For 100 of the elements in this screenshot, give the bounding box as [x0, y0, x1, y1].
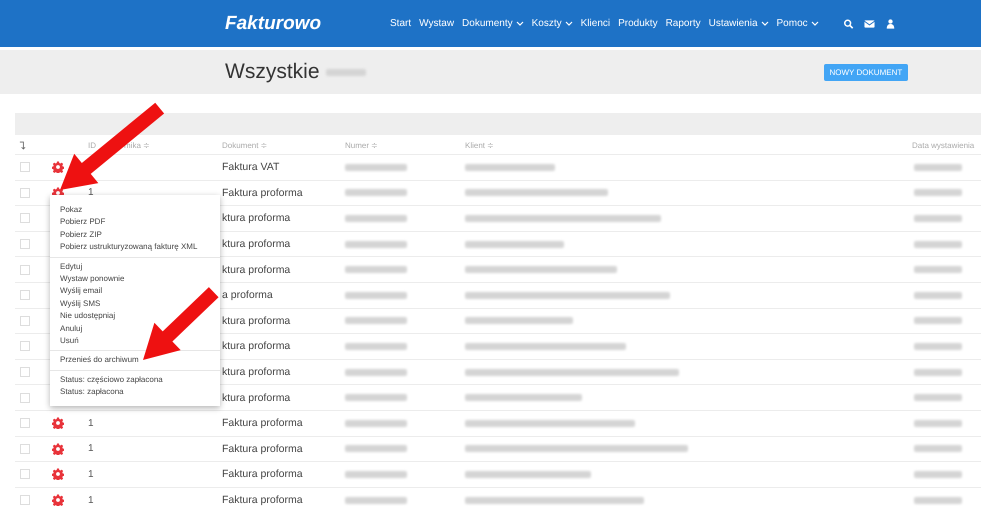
blurred-text: [914, 420, 962, 427]
menu-item[interactable]: Edytuj: [60, 260, 82, 274]
blurred-text: [914, 470, 962, 478]
blurred-text: [914, 342, 962, 350]
blurred-text: [345, 164, 407, 171]
table-cell: 1: [88, 468, 94, 480]
table-cell: a proforma: [222, 289, 273, 302]
menu-item[interactable]: Przenieś do archiwum: [60, 354, 139, 367]
menu-item[interactable]: Pobierz ZIP: [60, 228, 102, 242]
table-cell: ktura proforma: [222, 264, 290, 276]
table-cell: Faktura proforma: [222, 494, 303, 506]
caret-icon: [516, 21, 524, 26]
table-cell: Faktura proforma: [222, 468, 303, 480]
new-document-button[interactable]: NOWY DOKUMENT: [824, 64, 908, 80]
row-checkbox[interactable]: [20, 290, 30, 300]
nav-link[interactable]: Raporty: [666, 18, 701, 29]
table-cell: ktura proforma: [222, 340, 290, 352]
blurred-text: [914, 496, 962, 504]
row-checkbox[interactable]: [20, 239, 30, 250]
caret-icon: [810, 21, 819, 26]
nav-link[interactable]: Ustawienia: [708, 18, 769, 29]
menu-item[interactable]: Status: częściowo zapłacona: [60, 374, 163, 386]
blurred-count: [326, 68, 366, 76]
blurred-text: [914, 189, 962, 196]
row-checkbox[interactable]: [20, 188, 30, 198]
user-icon[interactable]: [884, 18, 896, 28]
row-checkbox[interactable]: [20, 444, 30, 454]
blurred-text: [914, 292, 962, 299]
blurred-text: [345, 394, 407, 402]
row-checkbox[interactable]: [20, 316, 30, 326]
table-cell: 1: [88, 187, 94, 198]
blurred-text: [914, 445, 962, 452]
gear-icon[interactable]: [52, 417, 64, 430]
blurred-text: [345, 470, 407, 478]
blurred-text: [345, 292, 407, 299]
nav-link[interactable]: Wystaw: [419, 18, 454, 29]
nav-link[interactable]: Start: [390, 18, 412, 29]
menu-item[interactable]: Pobierz PDF: [60, 216, 106, 229]
blurred-text: [914, 240, 962, 248]
row-checkbox[interactable]: [20, 367, 30, 378]
blurred-text: [345, 420, 407, 427]
blurred-text: [914, 317, 962, 324]
menu-item[interactable]: Anuluj: [60, 322, 82, 336]
table-cell: 1: [88, 443, 94, 454]
nav-link[interactable]: Koszty: [532, 18, 573, 29]
search-icon[interactable]: [842, 18, 854, 28]
menu-item[interactable]: Status: zapłacona: [60, 386, 124, 399]
table-cell: Faktura proforma: [222, 186, 303, 199]
caret-icon: [760, 21, 769, 26]
menu-item[interactable]: Wyślij SMS: [60, 298, 100, 310]
nav-link[interactable]: Dokumenty: [462, 18, 524, 29]
gear-icon[interactable]: [52, 442, 64, 455]
menu-item[interactable]: Pobierz ustrukturyzowaną fakturę XML: [60, 241, 198, 254]
row-checkbox[interactable]: [20, 392, 30, 403]
row-checkbox[interactable]: [20, 418, 30, 428]
menu-item[interactable]: Pokaz: [60, 204, 82, 216]
table-cell: ktura proforma: [222, 366, 290, 378]
gear-icon[interactable]: [52, 468, 64, 480]
table-cell: Faktura proforma: [222, 442, 303, 455]
caret-icon: [564, 21, 573, 26]
nav-link[interactable]: Klienci: [580, 18, 610, 29]
row-checkbox[interactable]: [20, 495, 30, 506]
table-cell: 1: [88, 494, 94, 506]
blurred-text: [345, 445, 407, 452]
menu-item[interactable]: Wyślij email: [60, 285, 102, 298]
row-checkbox[interactable]: [20, 341, 30, 352]
gear-icon[interactable]: [52, 494, 64, 506]
table-cell: ktura proforma: [222, 238, 290, 250]
blurred-text: [345, 368, 407, 376]
row-checkbox[interactable]: [20, 264, 30, 275]
blurred-text: [345, 342, 407, 350]
blurred-text: [345, 214, 407, 222]
blurred-text: [345, 189, 407, 196]
blurred-text: [914, 266, 962, 274]
menu-item[interactable]: Wystaw ponownie: [60, 273, 124, 286]
sort-arrow-icon[interactable]: [19, 141, 26, 150]
blurred-text: [345, 240, 407, 248]
envelope-icon[interactable]: [864, 18, 875, 28]
blurred-text: [914, 214, 962, 222]
table-cell: ktura proforma: [222, 212, 290, 224]
blurred-text: [345, 317, 407, 324]
blurred-text: [914, 368, 962, 376]
row-checkbox[interactable]: [20, 162, 30, 172]
blurred-text: [914, 164, 962, 171]
blurred-text: [345, 266, 407, 274]
blurred-text: [914, 394, 962, 402]
logo[interactable]: Fakturowo: [225, 12, 390, 34]
blurred-text: [345, 496, 407, 504]
row-checkbox[interactable]: [20, 469, 30, 480]
menu-item[interactable]: Usuń: [60, 335, 79, 348]
table-cell: ktura proforma: [222, 314, 290, 327]
nav-link[interactable]: Pomoc: [776, 18, 819, 29]
gear-icon[interactable]: [52, 161, 64, 174]
table-cell: 1: [88, 418, 94, 429]
menu-item[interactable]: Nie udostępniaj: [60, 310, 116, 323]
table-cell: Faktura proforma: [222, 417, 303, 430]
table-cell: ktura proforma: [222, 392, 290, 404]
page-title: Wszystkie: [225, 60, 320, 84]
nav-link[interactable]: Produkty: [618, 18, 658, 29]
row-checkbox[interactable]: [20, 213, 30, 224]
